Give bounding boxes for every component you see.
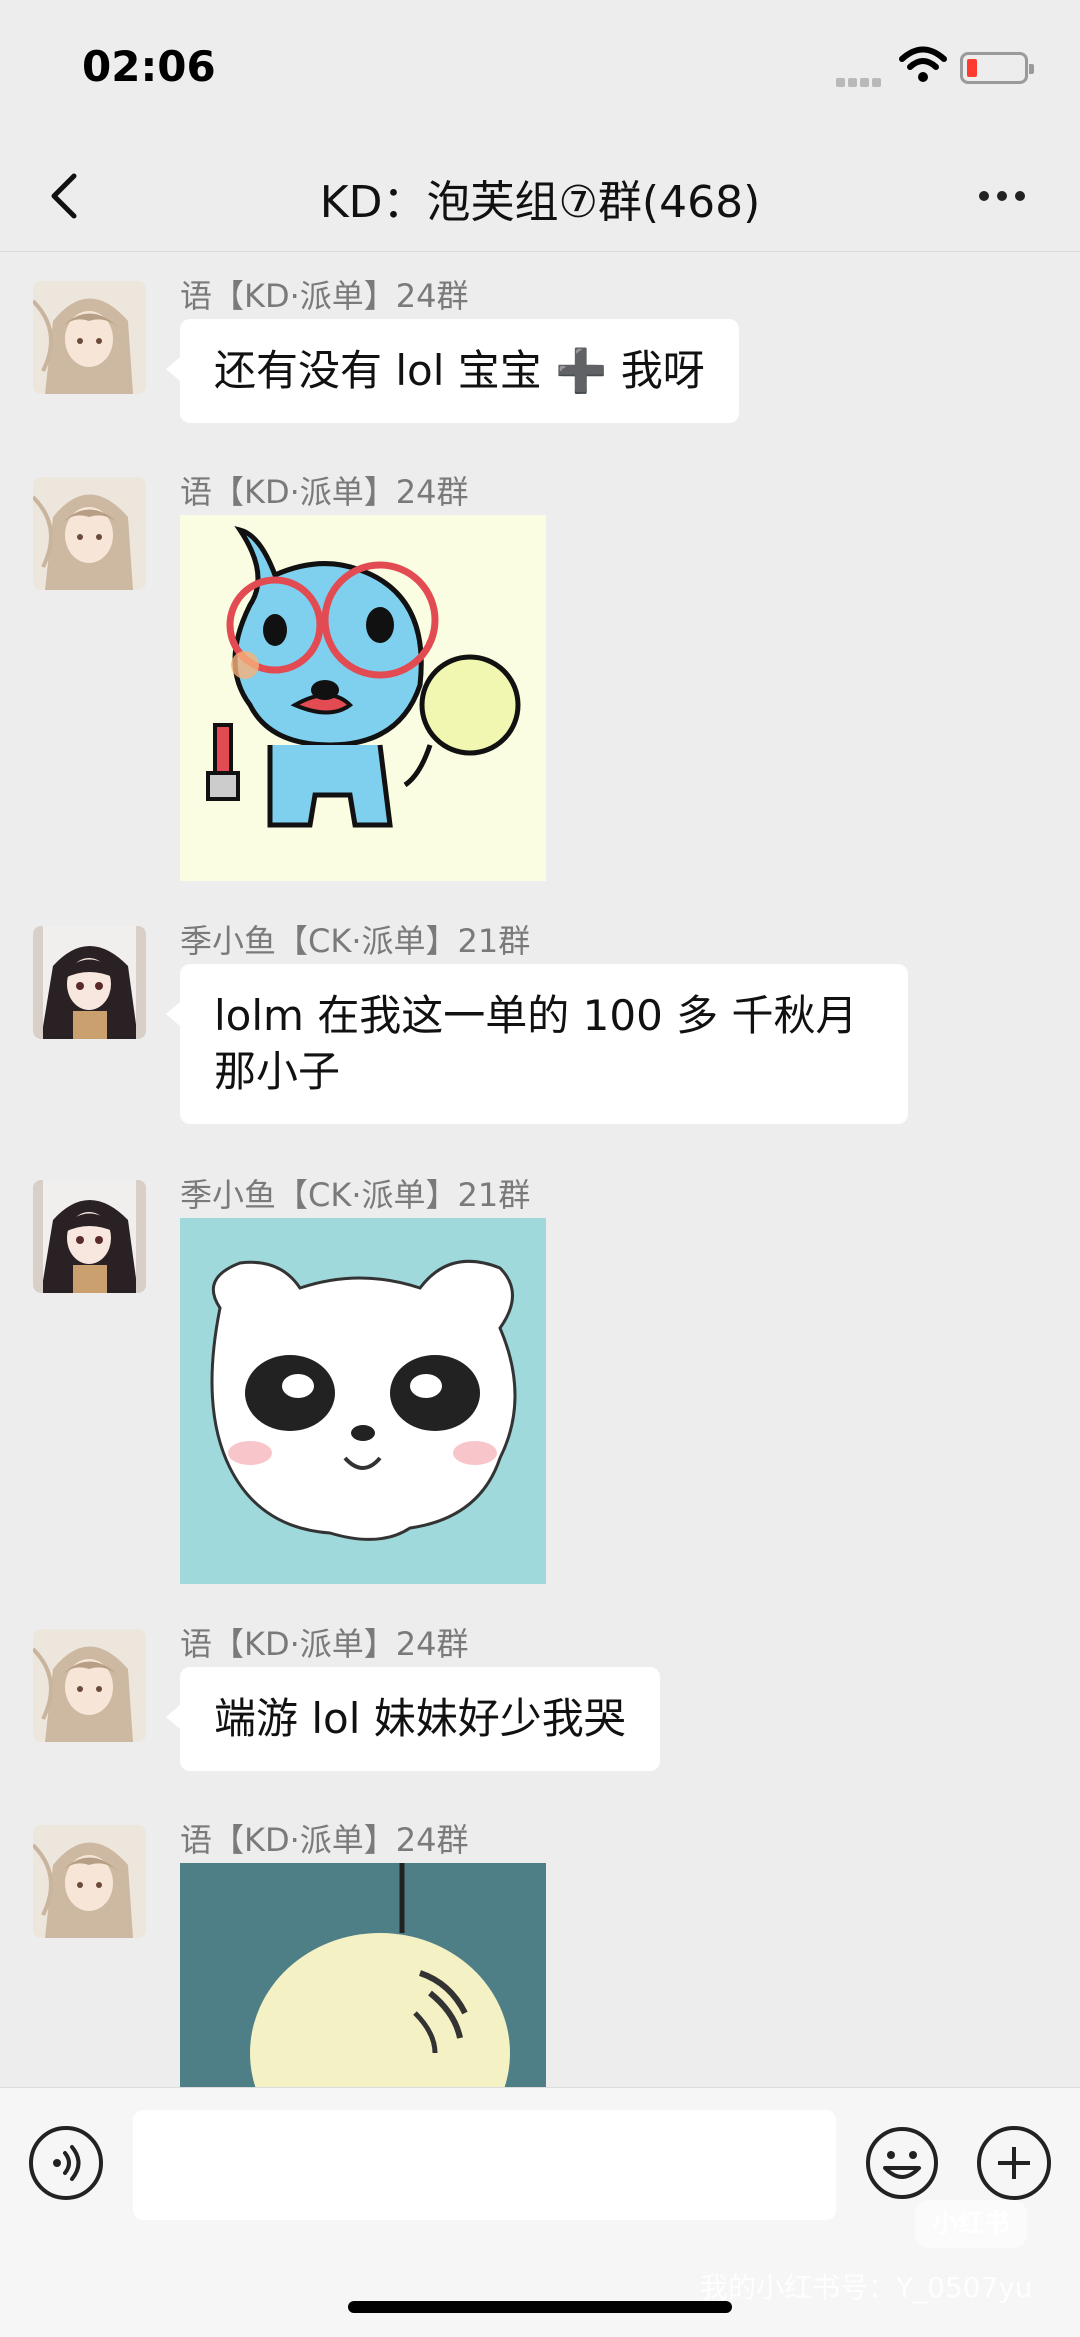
message-bubble[interactable]: 还有没有 lol 宝宝 ➕ 我呀 [166, 319, 739, 423]
sender-name: 语【KD·派单】24群 [180, 1625, 469, 1663]
home-indicator[interactable] [348, 2301, 732, 2313]
message-bubble[interactable]: lolm 在我这一单的 100 多 千秋月那小子 [166, 964, 908, 1124]
sender-name: 语【KD·派单】24群 [180, 277, 469, 315]
chat-title: KD：泡芙组⑦群(468) [319, 177, 761, 228]
avatar[interactable] [33, 1180, 146, 1293]
voice-icon[interactable] [29, 2126, 103, 2200]
message-text: lolm 在我这一单的 100 多 千秋月那小子 [214, 991, 858, 1096]
avatar[interactable] [33, 926, 146, 1039]
blue-bird-sticker-image[interactable] [180, 515, 546, 881]
sender-name: 语【KD·派单】24群 [180, 1821, 469, 1859]
white-dog-sticker-image[interactable] [180, 1218, 546, 1584]
message-bubble[interactable]: 端游 lol 妹妹好少我哭 [166, 1667, 660, 1771]
battery-icon [960, 52, 1034, 84]
avatar[interactable] [33, 1825, 146, 1938]
sender-name: 季小鱼【CK·派单】21群 [180, 922, 531, 960]
message-list[interactable]: 语【KD·派单】24群 还有没有 lol 宝宝 ➕ 我呀 语【KD·派单】24群 [0, 252, 1080, 2087]
status-bar: 02:06 [0, 0, 1080, 140]
wifi-icon [899, 46, 947, 82]
sender-name: 季小鱼【CK·派单】21群 [180, 1176, 531, 1214]
more-options-icon[interactable] [975, 174, 1035, 218]
plus-icon[interactable] [977, 2126, 1051, 2200]
avatar[interactable] [33, 477, 146, 590]
status-time: 02:06 [82, 42, 216, 91]
yellow-blob-sticker-image[interactable] [180, 1863, 546, 2087]
message-input[interactable] [133, 2110, 836, 2220]
back-arrow-icon[interactable] [40, 164, 90, 228]
sender-name: 语【KD·派单】24群 [180, 473, 469, 511]
cellular-signal-icon [836, 72, 886, 87]
chat-header: KD：泡芙组⑦群(468) [0, 140, 1080, 252]
message-text: 还有没有 lol 宝宝 ➕ 我呀 [214, 346, 705, 395]
watermark-text: 我的小红书号：Y_0507yu [700, 2271, 1033, 2304]
avatar[interactable] [33, 1629, 146, 1742]
message-text: 端游 lol 妹妹好少我哭 [214, 1694, 626, 1743]
xiaohongshu-logo: 小红书 [915, 2200, 1027, 2248]
emoji-icon[interactable] [865, 2126, 939, 2200]
avatar[interactable] [33, 281, 146, 394]
